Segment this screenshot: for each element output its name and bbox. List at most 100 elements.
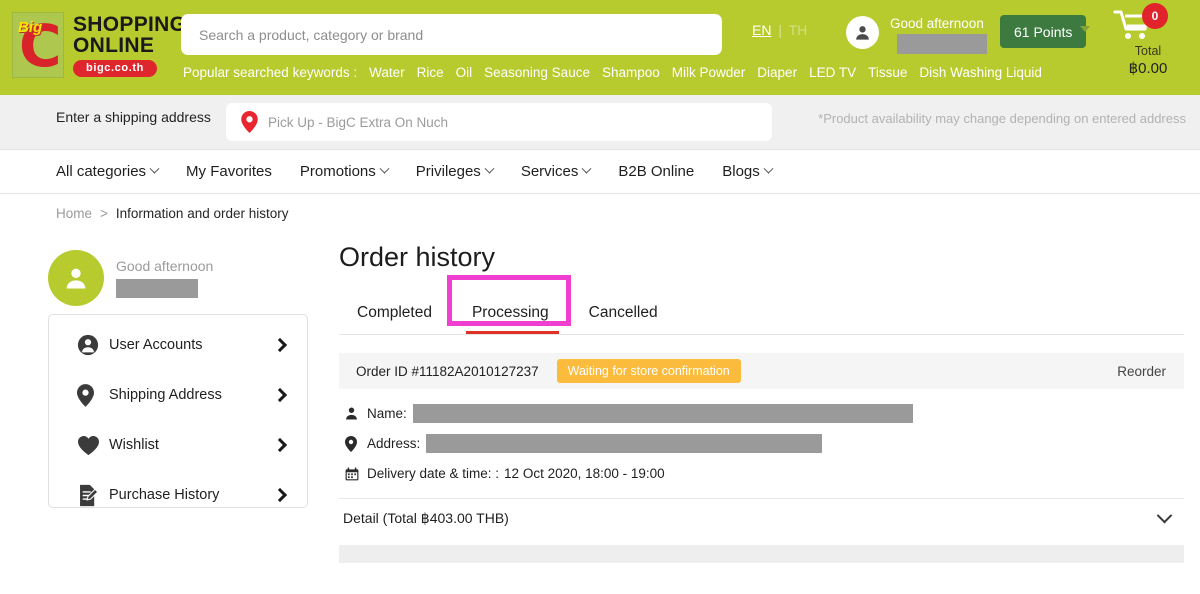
cart-icon-row[interactable]: 0 xyxy=(1112,3,1184,42)
nav-label: Promotions xyxy=(299,163,376,180)
sidebar-item-label: Wishlist xyxy=(109,437,159,453)
order-detail-toggle[interactable]: Detail (Total ฿403.00 THB) xyxy=(339,498,1184,538)
keyword-link[interactable]: Rice xyxy=(417,65,444,80)
map-pin-icon xyxy=(345,435,367,452)
cart-badge: 0 xyxy=(1142,3,1168,29)
nav-label: Privileges xyxy=(415,163,481,180)
avatar xyxy=(48,250,104,306)
order-details: Name: Address: Delivery date & time:: 1… xyxy=(339,389,1184,486)
popular-keywords: Popular searched keywords : Water Rice O… xyxy=(183,65,1042,80)
sidebar-item-label: Shipping Address xyxy=(109,387,222,403)
shipping-address-value: Pick Up - BigC Extra On Nuch xyxy=(268,114,449,130)
order-name-row: Name: xyxy=(345,401,1184,426)
cart-widget[interactable]: 0 Total ฿0.00 xyxy=(1112,3,1184,77)
sidebar-user: Good afternoon xyxy=(48,250,213,306)
search-input[interactable] xyxy=(199,26,699,43)
calendar-icon xyxy=(345,467,367,481)
keyword-link[interactable]: Tissue xyxy=(868,65,907,80)
logo-mark: C Big xyxy=(12,12,64,78)
breadcrumb-separator: > xyxy=(100,205,108,221)
order-address-redacted xyxy=(426,434,823,453)
order-detail-label: Detail (Total ฿403.00 THB) xyxy=(343,510,509,526)
logo-domain-pill: bigc.co.th xyxy=(73,59,157,77)
chevron-down-icon xyxy=(379,163,390,174)
account-greeting: Good afternoon xyxy=(890,16,984,31)
keyword-link[interactable]: Diaper xyxy=(757,65,797,80)
keyword-link[interactable]: Oil xyxy=(456,65,473,80)
nav-label: All categories xyxy=(56,163,147,180)
sidebar-item-shipping-address[interactable]: Shipping Address xyxy=(49,375,307,415)
user-icon xyxy=(66,268,86,289)
reorder-button[interactable]: Reorder xyxy=(1117,364,1166,379)
next-order-strip xyxy=(339,545,1184,563)
chevron-down-icon[interactable] xyxy=(1156,507,1173,524)
points-button[interactable]: 61 Points xyxy=(1000,15,1087,48)
order-status-tabs: Completed Processing Cancelled xyxy=(339,275,1184,335)
order-delivery-value: 12 Oct 2020, 18:00 - 19:00 xyxy=(504,466,665,481)
chevron-down-icon xyxy=(763,163,774,174)
cart-total-value: ฿0.00 xyxy=(1128,60,1168,77)
shipping-address-label: Enter a shipping address xyxy=(56,109,211,125)
keyword-link[interactable]: Water xyxy=(369,65,405,80)
nav-label: Blogs xyxy=(722,163,760,180)
lang-separator: | xyxy=(778,22,782,38)
sidebar-item-label: Purchase History xyxy=(109,487,220,503)
language-switcher[interactable]: EN | TH xyxy=(752,22,807,38)
chevron-down-icon[interactable] xyxy=(1080,26,1090,32)
bigc-logo[interactable]: C Big SHOPPING ONLINE bigc.co.th xyxy=(12,6,186,84)
map-pin-icon xyxy=(77,383,103,407)
chevron-right-icon xyxy=(272,337,288,353)
breadcrumb-current: Information and order history xyxy=(115,205,289,221)
chevron-right-icon xyxy=(272,487,288,503)
sidebar-item-user-accounts[interactable]: User Accounts xyxy=(49,325,307,365)
account-name-redacted xyxy=(897,34,987,54)
keyword-link[interactable]: Dish Washing Liquid xyxy=(919,65,1042,80)
keyword-link[interactable]: Milk Powder xyxy=(672,65,746,80)
account-avatar[interactable] xyxy=(846,16,879,49)
nav-item-my-favorites[interactable]: My Favorites xyxy=(186,163,272,180)
page-title: Order history xyxy=(339,242,496,272)
nav-label: My Favorites xyxy=(186,163,272,180)
map-pin-icon xyxy=(241,111,258,133)
nav-item-privileges[interactable]: Privileges xyxy=(415,163,495,180)
tab-cancelled[interactable]: Cancelled xyxy=(571,304,680,334)
lang-th[interactable]: TH xyxy=(789,22,808,38)
tab-completed[interactable]: Completed xyxy=(339,304,454,334)
sidebar-item-label: User Accounts xyxy=(109,337,203,353)
tab-processing[interactable]: Processing xyxy=(454,304,571,334)
site-header: C Big SHOPPING ONLINE bigc.co.th Popular… xyxy=(0,0,1200,95)
sidebar-greeting: Good afternoon xyxy=(116,258,214,274)
order-name-redacted xyxy=(412,404,913,423)
keyword-link[interactable]: Shampoo xyxy=(602,65,660,80)
nav-label: B2B Online xyxy=(618,163,695,180)
nav-item-promotions[interactable]: Promotions xyxy=(299,163,390,180)
main-nav: All categories My Favorites Promotions P… xyxy=(0,150,1200,194)
keyword-link[interactable]: LED TV xyxy=(809,65,856,80)
order-delivery-label: Delivery date & time: : xyxy=(367,466,500,481)
nav-item-blogs[interactable]: Blogs xyxy=(722,163,774,180)
nav-item-all-categories[interactable]: All categories xyxy=(56,163,160,180)
breadcrumb-home[interactable]: Home xyxy=(56,206,92,221)
order-history-panel: Order history Completed Processing Cance… xyxy=(339,242,1184,563)
order-header-row: Order ID #11182A2010127237 Waiting for s… xyxy=(339,353,1184,389)
order-address-row: Address: xyxy=(345,431,1184,456)
breadcrumb: Home > Information and order history xyxy=(0,194,1200,232)
sidebar-item-wishlist[interactable]: Wishlist xyxy=(49,425,307,465)
order-address-label: Address: xyxy=(367,436,421,451)
chevron-right-icon xyxy=(272,437,288,453)
keyword-link[interactable]: Seasoning Sauce xyxy=(484,65,590,80)
nav-item-b2b-online[interactable]: B2B Online xyxy=(618,163,694,180)
shipping-address-field[interactable]: Pick Up - BigC Extra On Nuch xyxy=(226,103,772,141)
logo-big-text: Big xyxy=(18,19,43,36)
logo-wordmark: SHOPPING ONLINE bigc.co.th xyxy=(73,14,186,77)
sidebar-item-purchase-history[interactable]: Purchase History xyxy=(49,475,307,515)
lang-en[interactable]: EN xyxy=(752,22,771,38)
nav-item-services[interactable]: Services xyxy=(520,163,592,180)
search-box[interactable] xyxy=(181,14,722,55)
cart-total-label: Total xyxy=(1134,44,1162,58)
nav-label: Services xyxy=(520,163,579,180)
chevron-down-icon xyxy=(484,163,495,174)
document-edit-icon xyxy=(77,484,103,507)
chevron-down-icon xyxy=(149,163,160,174)
chevron-down-icon xyxy=(581,163,592,174)
